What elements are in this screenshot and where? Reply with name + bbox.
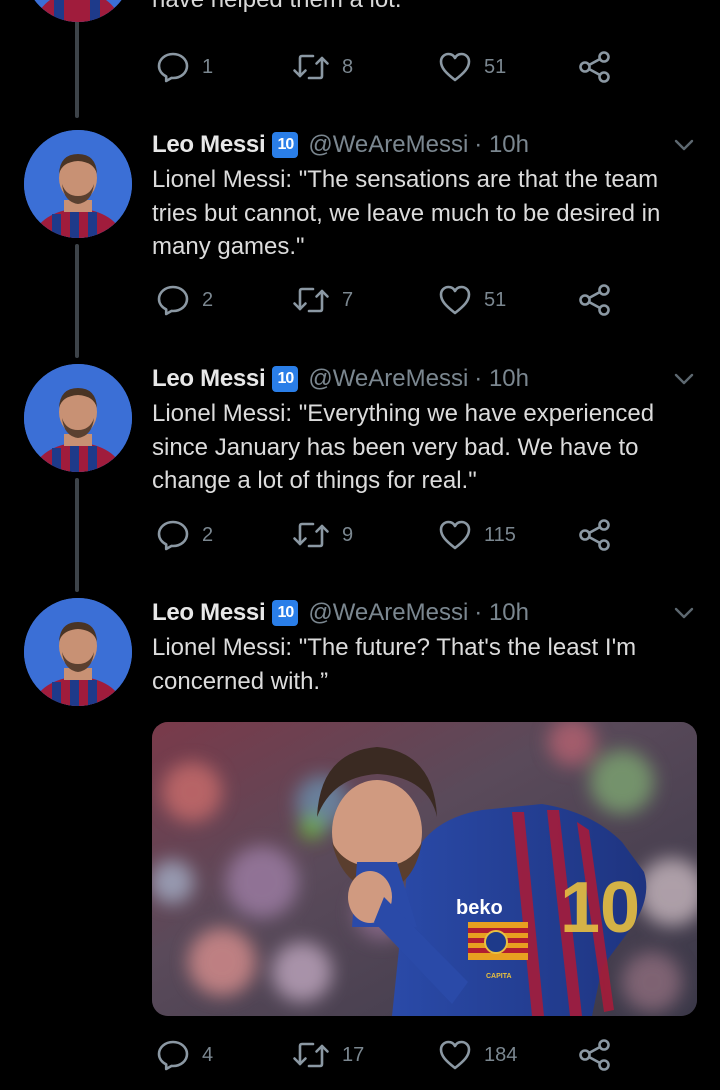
reply-button[interactable]: 2: [156, 280, 213, 320]
tweet-actions: 4 17 184: [152, 1035, 632, 1075]
tweet-media-image[interactable]: 10 CAPITA beko: [152, 722, 697, 1016]
like-count: 184: [484, 1043, 518, 1066]
reply-button[interactable]: 4: [156, 1035, 213, 1075]
share-button[interactable]: [578, 515, 612, 555]
tweet-text-line: tries but cannot, we leave much to be de…: [152, 199, 661, 227]
number-badge: 10: [272, 600, 299, 626]
tweet-text-line: Lionel Messi: "The sensations are that t…: [152, 166, 659, 193]
reply-icon: [156, 50, 190, 84]
tweet-text-line: since January has been very bad. We have…: [152, 433, 639, 461]
like-button[interactable]: 51: [438, 47, 506, 87]
tweet-text-line: Lionel Messi: "Everything we have experi…: [152, 400, 655, 427]
shirt-sponsor: beko: [456, 897, 503, 919]
retweet-button[interactable]: 8: [292, 47, 353, 87]
tweet-text: Lionel Messi: "Everything we have experi…: [152, 397, 697, 498]
like-button[interactable]: 115: [438, 515, 516, 555]
number-badge: 10: [272, 366, 299, 392]
reply-count: 2: [202, 288, 214, 311]
tweet-header: Leo Messi 10 @WeAreMessi · 10h: [152, 129, 529, 161]
reply-button[interactable]: 1: [156, 47, 213, 87]
like-count: 115: [484, 523, 516, 546]
reply-count: 1: [202, 55, 214, 78]
username[interactable]: @WeAreMessi: [308, 599, 468, 627]
tweet-text-line: many games.": [152, 233, 305, 260]
retweet-icon: [292, 283, 330, 317]
tweet-text-line: concerned with.”: [152, 667, 329, 695]
retweet-button[interactable]: 7: [292, 280, 353, 320]
tweet-header: Leo Messi 10 @WeAreMessi · 10h: [152, 597, 529, 629]
share-icon: [578, 50, 612, 84]
like-count: 51: [484, 288, 507, 311]
display-name[interactable]: Leo Messi: [152, 365, 266, 393]
number-badge: 10: [272, 132, 299, 158]
tweet-actions: 2 9 115: [152, 515, 632, 555]
username[interactable]: @WeAreMessi: [308, 365, 468, 393]
heart-icon: [438, 1038, 472, 1072]
tweet-text-line: change a lot of things for real.": [152, 467, 477, 494]
heart-icon: [438, 518, 472, 552]
share-button[interactable]: [578, 47, 612, 87]
timestamp[interactable]: · 10h: [474, 365, 529, 393]
retweet-count: 17: [342, 1043, 365, 1066]
chevron-down-icon[interactable]: [672, 367, 696, 391]
timestamp[interactable]: · 10h: [474, 599, 529, 627]
reply-icon: [156, 283, 190, 317]
reply-icon: [156, 518, 190, 552]
heart-icon: [438, 50, 472, 84]
retweet-icon: [292, 50, 330, 84]
retweet-button[interactable]: 17: [292, 1035, 364, 1075]
thread-line: [75, 478, 79, 592]
reply-icon: [156, 1038, 190, 1072]
share-button[interactable]: [578, 280, 612, 320]
display-name[interactable]: Leo Messi: [152, 131, 266, 159]
tweet-text: Lionel Messi: "The sensations are that t…: [152, 163, 697, 264]
chevron-down-icon[interactable]: [672, 133, 696, 157]
like-count: 51: [484, 55, 507, 78]
timestamp[interactable]: · 10h: [474, 131, 529, 159]
armband-label: CAPITA: [486, 973, 512, 980]
avatar[interactable]: [24, 130, 132, 238]
reply-count: 4: [202, 1043, 214, 1066]
avatar[interactable]: [24, 0, 132, 22]
tweet-actions: 2 7 51: [152, 280, 632, 320]
avatar[interactable]: [24, 364, 132, 472]
retweet-count: 9: [342, 523, 354, 546]
display-name[interactable]: Leo Messi: [152, 599, 266, 627]
retweet-count: 7: [342, 288, 354, 311]
retweet-icon: [292, 1038, 330, 1072]
reply-button[interactable]: 2: [156, 515, 213, 555]
share-icon: [578, 1038, 612, 1072]
share-button[interactable]: [578, 1035, 612, 1075]
like-button[interactable]: 51: [438, 280, 506, 320]
tweet-text: have helped them a lot.: [152, 0, 402, 14]
tweet-text-line: Lionel Messi: "The future? That's the le…: [152, 634, 637, 661]
retweet-button[interactable]: 9: [292, 515, 353, 555]
shirt-number: 10: [560, 868, 640, 948]
chevron-down-icon[interactable]: [672, 601, 696, 625]
tweet-text: Lionel Messi: "The future? That's the le…: [152, 631, 697, 698]
avatar[interactable]: [24, 598, 132, 706]
like-button[interactable]: 184: [438, 1035, 517, 1075]
heart-icon: [438, 283, 472, 317]
thread-line: [75, 244, 79, 358]
tweet-actions: 1 8 51: [152, 47, 632, 87]
retweet-count: 8: [342, 55, 354, 78]
share-icon: [578, 518, 612, 552]
retweet-icon: [292, 518, 330, 552]
reply-count: 2: [202, 523, 214, 546]
share-icon: [578, 283, 612, 317]
tweet-header: Leo Messi 10 @WeAreMessi · 10h: [152, 363, 529, 395]
username[interactable]: @WeAreMessi: [308, 131, 468, 159]
